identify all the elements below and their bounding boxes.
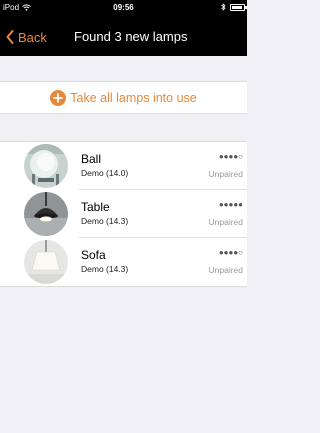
back-label: Back — [18, 29, 47, 45]
status-right — [221, 3, 247, 11]
battery-icon — [230, 3, 247, 11]
page-title: Found 3 new lamps — [74, 29, 188, 44]
lamp-row-ball[interactable]: Ball Demo (14.0) ●●●●○ Unpaired — [0, 142, 247, 190]
chevron-left-icon — [6, 30, 14, 44]
signal-strength-indicator: ●●●●● — [218, 200, 243, 209]
back-button[interactable]: Back — [6, 27, 47, 47]
sofa-lamp-photo-icon — [24, 240, 68, 284]
lamp-name: Sofa — [81, 248, 106, 262]
lamp-list: Ball Demo (14.0) ●●●●○ Unpaired Table De… — [0, 141, 247, 287]
section-spacer-top — [0, 56, 247, 81]
lamp-status: Unpaired — [208, 265, 244, 275]
lamp-thumbnail-sofa — [24, 240, 68, 284]
ball-lamp-photo-icon — [24, 144, 68, 188]
status-time: 09:56 — [113, 3, 134, 12]
lamp-status: Unpaired — [208, 169, 244, 179]
navigation-bar: Back Found 3 new lamps — [0, 16, 247, 56]
app-screen: iPod 09:56 Back Found 3 new lamps Take a… — [0, 0, 247, 433]
lamp-thumbnail-table — [24, 192, 68, 236]
lamp-row-sofa[interactable]: Sofa Demo (14.3) ●●●●○ Unpaired — [0, 238, 247, 286]
lamp-model: Demo (14.3) — [81, 264, 129, 274]
add-circle-icon — [50, 89, 67, 106]
take-all-lamps-button[interactable]: Take all lamps into use — [0, 81, 247, 114]
take-all-lamps-label: Take all lamps into use — [70, 90, 197, 105]
lamp-row-table[interactable]: Table Demo (14.3) ●●●●● Unpaired — [0, 190, 247, 238]
lamp-thumbnail-ball — [24, 144, 68, 188]
bluetooth-icon — [221, 3, 226, 11]
lamp-model: Demo (14.3) — [81, 216, 129, 226]
lamp-model: Demo (14.0) — [81, 168, 129, 178]
lamp-status: Unpaired — [208, 217, 244, 227]
lamp-name: Ball — [81, 152, 102, 166]
signal-strength-indicator: ●●●●○ — [218, 248, 243, 257]
lamp-name: Table — [81, 200, 110, 214]
status-bar: iPod 09:56 — [0, 0, 247, 16]
signal-strength-indicator: ●●●●○ — [218, 152, 243, 161]
section-spacer-middle — [0, 114, 247, 141]
table-lamp-photo-icon — [24, 192, 68, 236]
